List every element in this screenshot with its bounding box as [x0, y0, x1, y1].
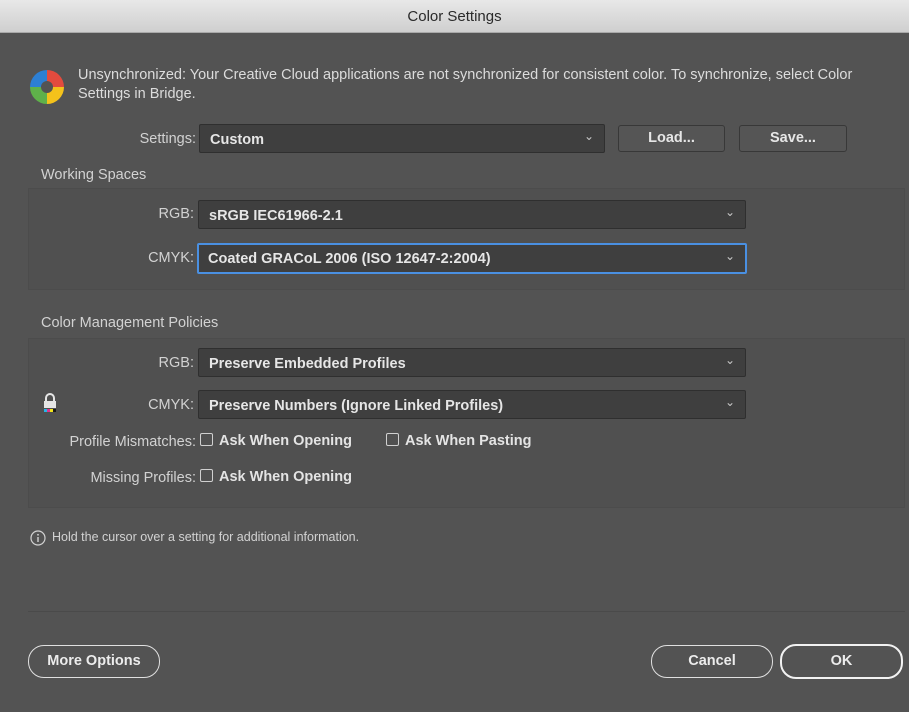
ask-when-opening-checkbox[interactable]: Ask When Opening	[200, 432, 352, 450]
ws-cmyk-select[interactable]: Coated GRACoL 2006 (ISO 12647-2:2004) ⌄	[197, 243, 747, 274]
info-icon	[30, 530, 46, 546]
working-spaces-title: Working Spaces	[41, 167, 147, 183]
policy-rgb-select[interactable]: Preserve Embedded Profiles ⌄	[198, 348, 746, 377]
color-sync-icon	[28, 68, 66, 106]
policy-rgb-label: RGB:	[158, 355, 194, 371]
policies-title: Color Management Policies	[41, 315, 219, 331]
chevron-down-icon: ⌄	[724, 205, 735, 219]
cancel-button[interactable]: Cancel	[651, 645, 773, 678]
ok-button[interactable]: OK	[780, 644, 903, 679]
window-title: Color Settings	[407, 8, 502, 25]
ws-rgb-select[interactable]: sRGB IEC61966-2.1 ⌄	[198, 200, 746, 229]
ask-when-pasting-checkbox[interactable]: Ask When Pasting	[386, 432, 532, 450]
missing-ask-when-opening-checkbox[interactable]: Ask When Opening	[200, 468, 352, 486]
sync-warning-text: Unsynchronized: Your Creative Cloud appl…	[78, 67, 853, 102]
policy-cmyk-select[interactable]: Preserve Numbers (Ignore Linked Profiles…	[198, 390, 746, 419]
checkbox-box[interactable]	[386, 433, 399, 446]
settings-select[interactable]: Custom ⌄	[199, 124, 605, 153]
settings-label: Settings:	[139, 131, 196, 147]
checkbox-box[interactable]	[200, 469, 213, 482]
save-button[interactable]: Save...	[739, 125, 847, 152]
ws-rgb-label: RGB:	[158, 206, 194, 222]
missing-profiles-label: Missing Profiles:	[90, 470, 196, 486]
more-options-button[interactable]: More Options	[28, 645, 160, 678]
info-text: Hold the cursor over a setting for addit…	[52, 530, 360, 544]
policy-cmyk-label: CMYK:	[148, 397, 194, 413]
chevron-down-icon: ⌄	[583, 129, 594, 143]
title-bar: Color Settings	[0, 0, 909, 33]
profile-mismatches-label: Profile Mismatches:	[69, 434, 196, 450]
ws-cmyk-label: CMYK:	[148, 250, 194, 266]
lock-icon	[42, 393, 58, 413]
chevron-down-icon: ⌄	[724, 395, 735, 409]
footer-divider	[28, 611, 905, 612]
chevron-down-icon: ⌄	[724, 249, 735, 263]
checkbox-box[interactable]	[200, 433, 213, 446]
load-button[interactable]: Load...	[618, 125, 725, 152]
chevron-down-icon: ⌄	[724, 353, 735, 367]
